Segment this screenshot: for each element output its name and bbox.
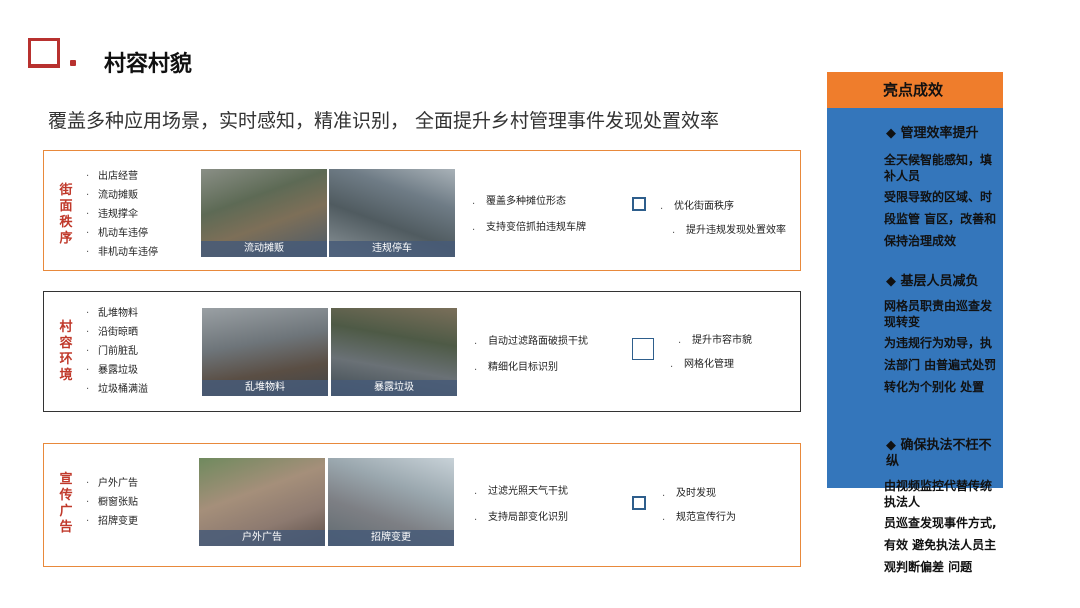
item-list: 乱堆物料 沿街晾晒 门前脏乱 暴露垃圾 垃圾桶满溢 xyxy=(86,304,148,399)
category-label: 宣传广告 xyxy=(59,472,73,535)
photo-caption: 乱堆物料 xyxy=(202,380,328,396)
checkbox-square-icon xyxy=(632,496,646,510)
highlight-text: 受限导致的区域、时段监管 盲区，改善和保持治理成效 xyxy=(884,190,997,248)
photo-caption: 户外广告 xyxy=(199,530,325,546)
list-item: 非机动车违停 xyxy=(86,243,158,262)
item-list: 户外广告 橱窗张贴 招牌变更 xyxy=(86,474,138,531)
scene-photo-illegal-parking: 违规停车 xyxy=(329,169,455,257)
feature-list: 覆盖多种摊位形态 支持变倍抓拍违规车牌 xyxy=(472,189,586,241)
list-item: 暴露垃圾 xyxy=(86,361,148,380)
checkbox-square-icon xyxy=(632,338,654,360)
photo-caption: 暴露垃圾 xyxy=(331,380,457,396)
list-item: 出店经营 xyxy=(86,167,158,186)
feature-item: 自动过滤路面破损干扰 xyxy=(474,329,588,355)
highlight-heading: ◆ 管理效率提升 xyxy=(886,126,979,141)
category-label: 村容环境 xyxy=(59,320,73,383)
feature-list: 自动过滤路面破损干扰 精细化目标识别 xyxy=(474,329,588,381)
title-square-icon xyxy=(28,38,60,68)
list-item: 门前脏乱 xyxy=(86,342,148,361)
list-item: 户外广告 xyxy=(86,474,138,493)
scene-photo-outdoor-ad: 户外广告 xyxy=(199,458,325,546)
result-list: 及时发现 规范宣传行为 xyxy=(662,482,736,530)
item-list: 出店经营 流动摊贩 违规撑伞 机动车违停 非机动车违停 xyxy=(86,167,158,262)
list-item: 乱堆物料 xyxy=(86,304,148,323)
list-item: 机动车违停 xyxy=(86,224,158,243)
highlight-heading: ◆ 基层人员减负 xyxy=(886,274,979,289)
feature-item: 精细化目标识别 xyxy=(474,355,588,381)
scene-photo-street-vendor: 流动摊贩 xyxy=(201,169,327,257)
list-item: 招牌变更 xyxy=(86,512,138,531)
list-item: 橱窗张贴 xyxy=(86,493,138,512)
result-item: 提升违规发现处置效率 xyxy=(660,219,786,243)
scene-photo-debris: 乱堆物料 xyxy=(202,308,328,396)
feature-item: 覆盖多种摊位形态 xyxy=(472,189,586,215)
result-list: 优化街面秩序 提升违规发现处置效率 xyxy=(660,195,786,243)
highlight-text: 网格员职责由巡查发现转变 xyxy=(884,299,993,329)
result-item: 规范宣传行为 xyxy=(662,506,736,530)
highlight-text: 为违规行为劝导，执法部门 由普遍式处罚转化为个别化 处置 xyxy=(884,336,997,394)
scenario-row-street: 街面秩序 出店经营 流动摊贩 违规撑伞 机动车违停 非机动车违停 流动摊贩 违规… xyxy=(43,150,801,271)
photo-caption: 招牌变更 xyxy=(328,530,454,546)
list-item: 违规撑伞 xyxy=(86,205,158,224)
highlight-text: 全天候智能感知，填补人员 xyxy=(884,153,993,183)
result-item: 提升市容市貌 xyxy=(678,329,752,353)
feature-item: 支持局部变化识别 xyxy=(474,505,568,531)
page-title: 村容村貌 xyxy=(104,52,193,77)
scene-photo-signboard: 招牌变更 xyxy=(328,458,454,546)
scene-photo-garbage: 暴露垃圾 xyxy=(331,308,457,396)
list-item: 流动摊贩 xyxy=(86,186,158,205)
list-item: 沿街晾晒 xyxy=(86,323,148,342)
scenario-row-environment: 村容环境 乱堆物料 沿街晾晒 门前脏乱 暴露垃圾 垃圾桶满溢 乱堆物料 暴露垃圾… xyxy=(43,291,801,412)
highlights-panel-title: 亮点成效 xyxy=(827,72,1003,108)
page-subtitle: 覆盖多种应用场景，实时感知，精准识别， 全面提升乡村管理事件发现处置效率 xyxy=(48,110,720,132)
result-item: 优化街面秩序 xyxy=(660,195,786,219)
category-label: 街面秩序 xyxy=(59,183,73,246)
list-item: 垃圾桶满溢 xyxy=(86,380,148,399)
photo-caption: 违规停车 xyxy=(329,241,455,257)
highlight-text: 员巡查发现事件方式,有效 避免执法人员主观判断偏差 问题 xyxy=(884,516,997,574)
result-list: 提升市容市貌 网格化管理 xyxy=(678,329,752,377)
highlight-text: 由视频监控代替传统执法人 xyxy=(884,479,993,509)
feature-list: 过滤光照天气干扰 支持局部变化识别 xyxy=(474,479,568,531)
photo-caption: 流动摊贩 xyxy=(201,241,327,257)
checkbox-square-icon xyxy=(632,197,646,211)
scenario-row-advertising: 宣传广告 户外广告 橱窗张贴 招牌变更 户外广告 招牌变更 过滤光照天气干扰 支… xyxy=(43,443,801,567)
result-item: 网格化管理 xyxy=(670,353,752,377)
feature-item: 支持变倍抓拍违规车牌 xyxy=(472,215,586,241)
title-dot-icon xyxy=(70,60,76,66)
feature-item: 过滤光照天气干扰 xyxy=(474,479,568,505)
highlight-heading: ◆ 确保执法不枉不纵 xyxy=(886,438,992,469)
result-item: 及时发现 xyxy=(662,482,736,506)
